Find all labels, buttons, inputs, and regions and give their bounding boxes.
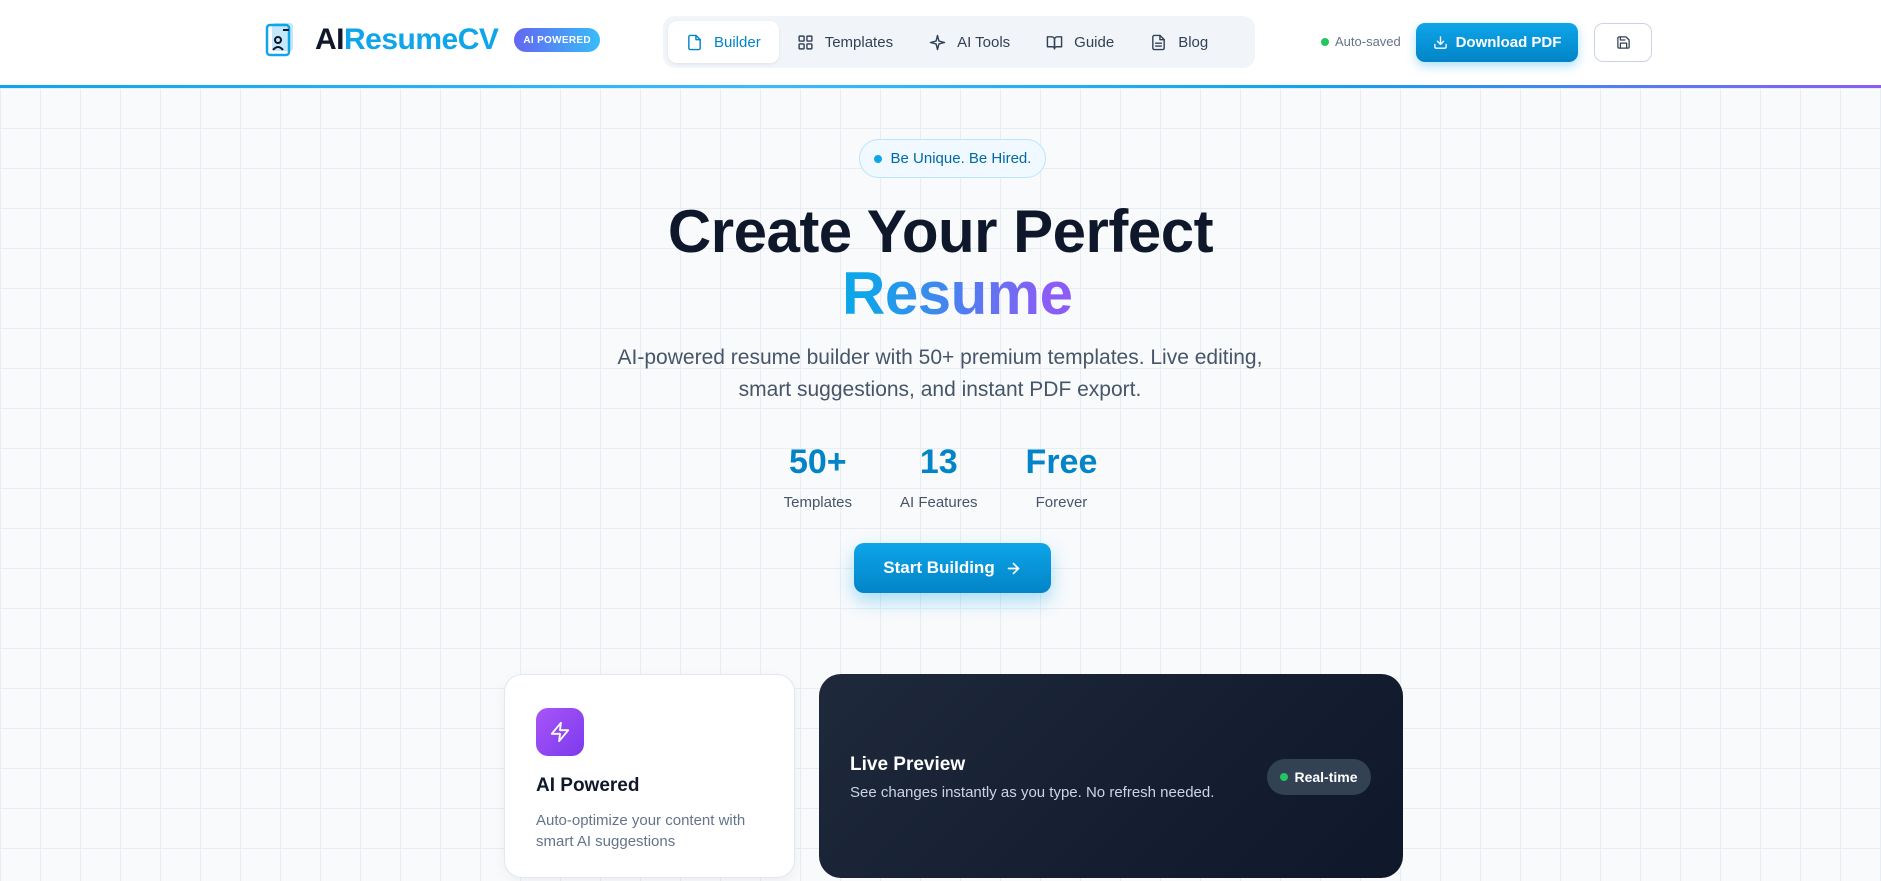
tagline-text: Be Unique. Be Hired. bbox=[890, 150, 1032, 167]
feature-desc: Auto-optimize your content with smart AI… bbox=[536, 812, 746, 850]
document-icon bbox=[688, 34, 701, 50]
grid-icon bbox=[798, 34, 813, 50]
hero-subtitle: AI-powered resume builder with 50+ premi… bbox=[617, 346, 1263, 401]
nav-item-builder[interactable]: Builder bbox=[668, 21, 779, 63]
save-button[interactable] bbox=[1594, 23, 1652, 62]
stat-value: 50+ bbox=[788, 443, 847, 481]
top-header: AIResumeCV AI POWERED Builder Templates … bbox=[0, 0, 1881, 88]
nav-item-label: Templates bbox=[824, 33, 894, 51]
realtime-label: Real-time bbox=[1294, 769, 1358, 785]
save-icon bbox=[1616, 36, 1630, 49]
book-icon bbox=[1046, 35, 1063, 50]
nav-item-ai-tools[interactable]: AI Tools bbox=[911, 21, 1028, 63]
brand-name-rest: ResumeCV bbox=[344, 23, 499, 56]
stat-value: 13 bbox=[919, 443, 958, 481]
file-text-icon bbox=[1152, 34, 1166, 50]
hero-title-line2: Resume bbox=[842, 260, 1073, 327]
feature-desc: See changes instantly as you type. No re… bbox=[850, 784, 1215, 801]
brand[interactable]: AIResumeCV AI POWERED bbox=[265, 22, 600, 58]
start-building-button[interactable]: Start Building bbox=[854, 543, 1051, 593]
resume-logo-icon bbox=[265, 23, 293, 57]
main-nav: Builder Templates AI Tools Guide Blog bbox=[663, 16, 1255, 68]
download-icon bbox=[1433, 36, 1447, 49]
download-pdf-button[interactable]: Download PDF bbox=[1416, 23, 1578, 62]
hero-title-line1: Create Your Perfect bbox=[667, 198, 1214, 265]
card-icon-wrap bbox=[536, 708, 584, 756]
feature-title: Live Preview bbox=[850, 754, 966, 775]
stat-label: AI Features bbox=[900, 494, 978, 511]
nav-item-templates[interactable]: Templates bbox=[779, 21, 911, 63]
stat-templates: 50+ Templates bbox=[784, 442, 852, 511]
feature-card-live-preview: Live Preview See changes instantly as yo… bbox=[819, 674, 1403, 878]
tagline-dot-icon bbox=[873, 154, 882, 163]
realtime-badge: Real-time bbox=[1267, 759, 1371, 795]
stat-value: Free bbox=[1025, 443, 1098, 481]
stat-free: Free Forever bbox=[1026, 442, 1098, 511]
download-label: Download PDF bbox=[1455, 34, 1562, 51]
tagline-badge: Be Unique. Be Hired. bbox=[859, 139, 1046, 178]
stat-label: Templates bbox=[783, 494, 852, 511]
feature-card-ai-powered: AI Powered Auto-optimize your content wi… bbox=[504, 674, 795, 878]
nav-item-guide[interactable]: Guide bbox=[1028, 21, 1132, 63]
autosave-label: Auto-saved bbox=[1335, 34, 1401, 49]
ai-powered-badge: AI POWERED bbox=[514, 28, 600, 52]
brand-name: AIResumeCV bbox=[315, 23, 499, 57]
brand-name-ai: AI bbox=[315, 23, 345, 56]
feature-title: AI Powered bbox=[536, 775, 640, 796]
sparkle-icon bbox=[929, 34, 946, 50]
arrow-right-icon bbox=[1007, 562, 1020, 574]
stat-label: Forever bbox=[1035, 494, 1088, 511]
nav-item-label: Guide bbox=[1074, 33, 1115, 51]
cta-label: Start Building bbox=[883, 558, 995, 577]
lightning-icon bbox=[550, 721, 570, 743]
nav-item-blog[interactable]: Blog bbox=[1132, 21, 1226, 63]
status-dot-icon bbox=[1321, 37, 1329, 46]
status-dot-icon bbox=[1280, 773, 1289, 781]
nav-item-label: Builder bbox=[714, 33, 761, 51]
nav-item-label: Blog bbox=[1178, 33, 1209, 51]
stats-row: 50+ Templates 13 AI Features Free Foreve… bbox=[0, 442, 1881, 511]
stat-ai-features: 13 AI Features bbox=[900, 442, 978, 511]
autosave-status: Auto-saved bbox=[1321, 34, 1401, 49]
header-accent-line bbox=[0, 85, 1881, 88]
nav-item-label: AI Tools bbox=[957, 33, 1011, 51]
